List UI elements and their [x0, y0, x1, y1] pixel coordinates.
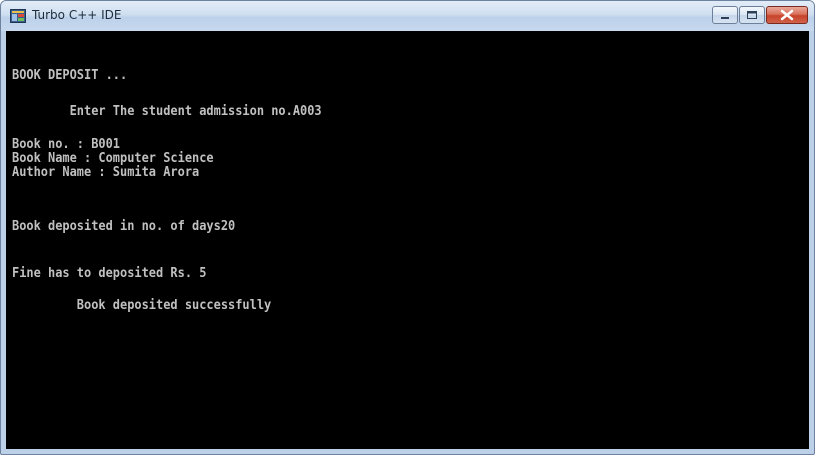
fine-line: Fine has to deposited Rs. 5 — [12, 266, 207, 281]
maximize-button[interactable] — [739, 6, 765, 24]
author-name-line: Author Name : Sumita Arora — [12, 165, 200, 180]
window-controls — [712, 6, 808, 24]
minimize-button[interactable] — [712, 6, 738, 24]
close-icon — [780, 9, 794, 21]
window-title: Turbo C++ IDE — [32, 8, 122, 22]
console-output[interactable]: BOOK DEPOSIT ... Enter The student admis… — [6, 31, 809, 449]
success-message: Book deposited successfully — [12, 298, 272, 313]
days-line: Book deposited in no. of days20 — [12, 219, 236, 234]
book-number-line: Book no. : B001 — [12, 137, 121, 152]
title-bar[interactable]: Turbo C++ IDE — [1, 1, 814, 31]
close-button[interactable] — [766, 6, 808, 24]
maximize-icon — [747, 11, 757, 19]
turbo-cpp-app-icon — [10, 9, 26, 23]
admission-prompt: Enter The student admission no.A003 — [12, 104, 322, 119]
minimize-icon — [721, 17, 729, 19]
book-name-line: Book Name : Computer Science — [12, 151, 214, 166]
console-heading: BOOK DEPOSIT ... — [12, 68, 128, 83]
turbo-cpp-window: Turbo C++ IDE BOOK DEPOSIT ... Enter The… — [0, 0, 815, 455]
